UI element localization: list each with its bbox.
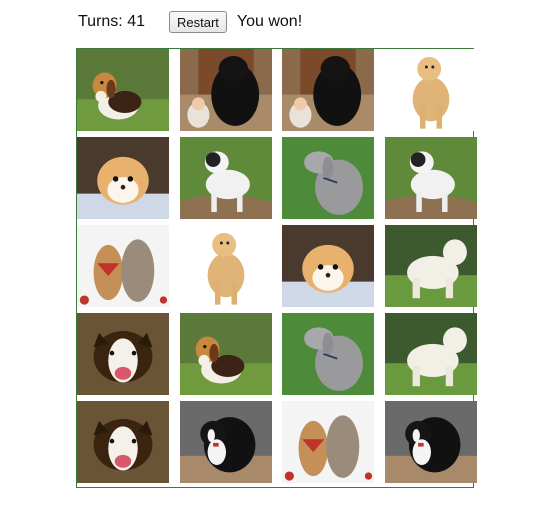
top-bar: Turns: 41 Restart You won! [78,10,302,34]
golden-retriever-white-image [384,49,477,131]
turns-counter: Turns: 41 [78,13,145,30]
beagle-puppy-image [179,313,272,395]
card-border-collie-black-white[interactable] [179,401,272,483]
two-dogs-red-bandana-image [282,401,374,483]
card-fluffy-puppy[interactable] [77,137,169,219]
golden-retriever-white-image [179,225,272,307]
card-beagle-puppy[interactable] [179,313,272,395]
white-poodle-mix-image [384,225,477,307]
two-dogs-red-bandana-image [77,225,169,307]
card-weimaraner[interactable] [282,313,374,395]
fluffy-puppy-image [282,225,374,307]
weimaraner-image [282,313,374,395]
fluffy-puppy-image [77,137,169,219]
restart-button[interactable]: Restart [169,11,227,33]
card-golden-retriever-white[interactable] [384,49,477,131]
card-golden-retriever-white[interactable] [179,225,272,307]
card-beagle-puppy[interactable] [77,49,169,131]
card-bulldog-mix[interactable] [179,137,272,219]
bulldog-mix-image [179,137,272,219]
bulldog-mix-image [384,137,477,219]
card-border-collie-black-white[interactable] [384,401,477,483]
card-two-dogs-red-bandana[interactable] [282,401,374,483]
beagle-puppy-image [77,49,169,131]
card-grid [76,48,477,488]
card-two-dogs-red-bandana[interactable] [77,225,169,307]
card-white-poodle-mix[interactable] [384,313,477,395]
newfoundland-with-baby-image [282,49,374,131]
card-newfoundland-with-baby[interactable] [179,49,272,131]
card-newfoundland-with-baby[interactable] [282,49,374,131]
card-border-collie-face[interactable] [77,401,169,483]
card-bulldog-mix[interactable] [384,137,477,219]
border-collie-face-image [77,313,169,395]
card-white-poodle-mix[interactable] [384,225,477,307]
newfoundland-with-baby-image [179,49,272,131]
border-collie-black-white-image [384,401,477,483]
card-fluffy-puppy[interactable] [282,225,374,307]
card-weimaraner[interactable] [282,137,374,219]
weimaraner-image [282,137,374,219]
status-message: You won! [236,13,303,30]
card-border-collie-face[interactable] [77,313,169,395]
white-poodle-mix-image [384,313,477,395]
border-collie-face-image [77,401,169,483]
border-collie-black-white-image [179,401,272,483]
